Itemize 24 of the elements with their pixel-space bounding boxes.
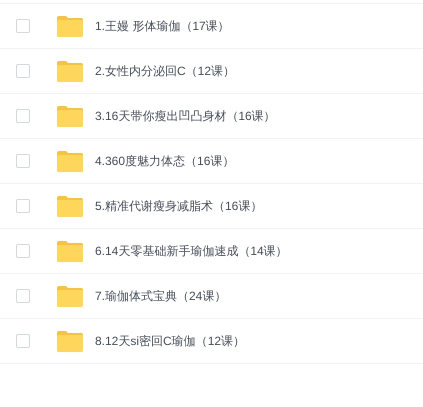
folder-icon: [57, 60, 83, 82]
folder-name[interactable]: 3.16天带你瘦出凹凸身材（16课）: [95, 107, 276, 125]
folder-icon: [57, 330, 83, 352]
checkbox[interactable]: [16, 154, 30, 168]
folder-icon: [57, 240, 83, 262]
folder-name[interactable]: 6.14天零基础新手瑜伽速成（14课）: [95, 242, 288, 260]
folder-icon: [57, 196, 83, 216]
folder-name[interactable]: 8.12天si密回C瑜伽（12课）: [95, 332, 246, 350]
checkbox[interactable]: [16, 19, 30, 33]
folder-name[interactable]: 2.女性内分泌回C（12课）: [95, 62, 236, 80]
folder-name[interactable]: 1.王嫚 形体瑜伽（17课）: [95, 17, 230, 35]
checkbox[interactable]: [16, 199, 30, 213]
checkbox[interactable]: [16, 64, 30, 78]
checkbox[interactable]: [16, 109, 30, 123]
folder-name[interactable]: 4.360度魅力体态（16课）: [95, 152, 234, 170]
folder-icon: [57, 286, 83, 306]
folder-name[interactable]: 7.瑜伽体式宝典（24课）: [95, 287, 226, 305]
checkbox[interactable]: [16, 244, 30, 258]
folder-icon: [57, 106, 83, 126]
checkbox[interactable]: [16, 289, 30, 303]
folder-icon: [57, 150, 83, 172]
checkbox[interactable]: [16, 334, 30, 348]
folder-icon: [57, 16, 83, 36]
folder-name[interactable]: 5.精准代谢瘦身减脂术（16课）: [95, 197, 262, 215]
